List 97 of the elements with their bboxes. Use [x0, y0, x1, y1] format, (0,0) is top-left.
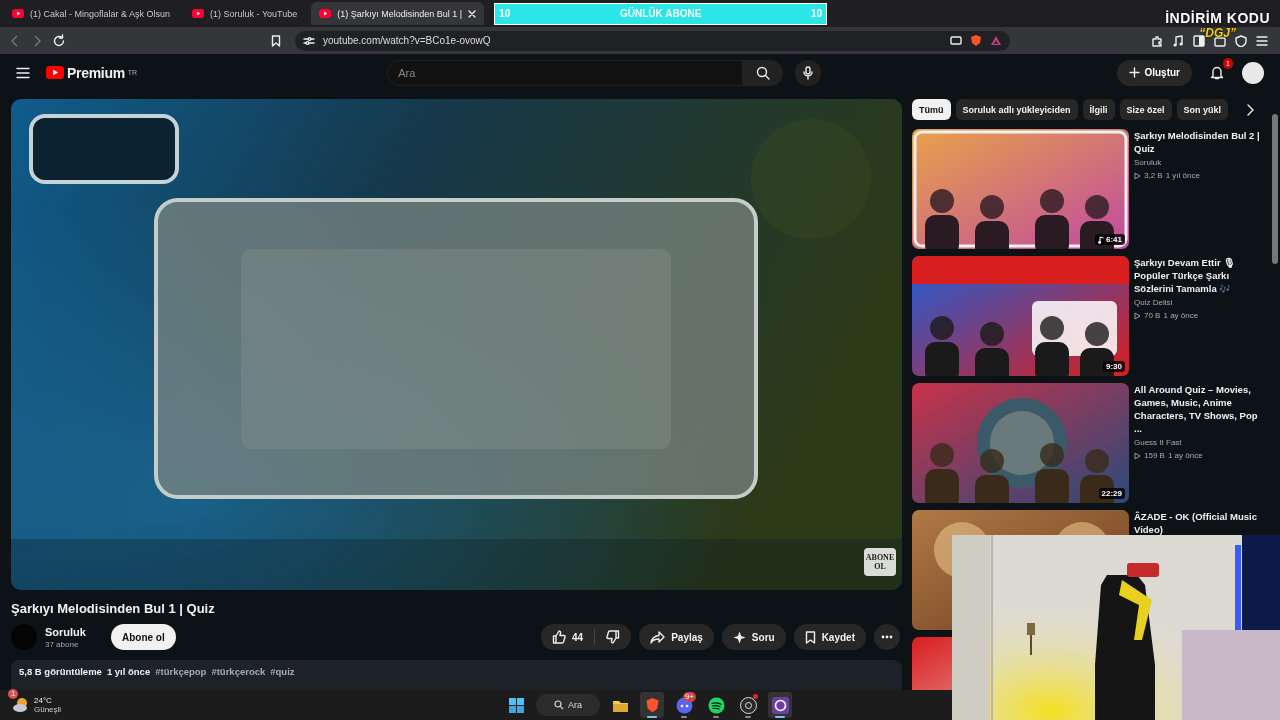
- channel-name[interactable]: Soruluk: [1134, 158, 1264, 167]
- youtube-icon: [12, 9, 24, 18]
- view-count: 5,8 B görüntüleme: [19, 666, 102, 680]
- search-button[interactable]: [743, 59, 784, 86]
- logo-text[interactable]: Premium: [67, 64, 125, 81]
- search-icon: [756, 65, 771, 80]
- share-arrow-icon: [650, 630, 666, 644]
- bookmark-icon[interactable]: [271, 34, 281, 47]
- goal-target: 10: [811, 8, 823, 19]
- address-bar[interactable]: youtube.com/watch?v=BCo1e-ovowQ: [295, 30, 1010, 51]
- goal-count: 10: [499, 8, 511, 19]
- scrollbar[interactable]: [1272, 114, 1278, 264]
- cast-icon[interactable]: [950, 35, 962, 46]
- chevron-right-icon[interactable]: [1246, 103, 1254, 116]
- save-button[interactable]: Kaydet: [793, 624, 866, 651]
- view-count: 3,2 B: [1144, 171, 1163, 180]
- site-settings-icon[interactable]: [303, 35, 315, 46]
- browser-tab[interactable]: (1) Şarkıyı Melodisinden Bul 1 |: [311, 2, 485, 25]
- mic-button[interactable]: [795, 59, 822, 86]
- upload-age: 1 yıl önce: [106, 666, 151, 680]
- hashtag-link[interactable]: #quiz: [270, 666, 295, 684]
- url-text: youtube.com/watch?v=BCo1e-ovowQ: [323, 35, 492, 46]
- weather-condition: Güneşli: [34, 705, 62, 714]
- upload-age: 1 ay önce: [1163, 311, 1199, 320]
- play-icon: [1134, 171, 1141, 180]
- chat-app-button[interactable]: 9+: [672, 692, 696, 718]
- taskbar-search[interactable]: Ara: [536, 694, 600, 716]
- search-icon: [554, 700, 564, 710]
- search-field[interactable]: Ara: [387, 59, 744, 86]
- bookmark-icon: [804, 630, 816, 644]
- goal-label: GÜNLÜK ABONE: [620, 8, 702, 19]
- filter-chip[interactable]: Tümü: [912, 99, 951, 120]
- promo-code: “DGJ”: [1199, 26, 1236, 40]
- hashtag-link[interactable]: #türkçepop: [155, 666, 207, 684]
- duration-badge: 6:41: [1095, 234, 1125, 245]
- subscriber-count: 37 abone: [45, 639, 80, 649]
- reload-icon[interactable]: [52, 33, 66, 48]
- triangle-icon[interactable]: [990, 35, 1002, 46]
- filter-chip[interactable]: Soruluk adlı yükleyiciden: [955, 99, 1078, 120]
- video-title-link[interactable]: Şarkıyı Devam Ettir 🎙 Popüler Türkçe Şarkı Sözlerini Tamamla 🎶: [1134, 256, 1264, 295]
- music-icon[interactable]: [1172, 34, 1184, 47]
- windows-logo-icon: [506, 695, 526, 715]
- view-count: 159 B: [1144, 451, 1165, 460]
- close-icon[interactable]: [468, 9, 477, 18]
- duration-badge: 9:30: [1103, 361, 1125, 372]
- thumbs-up-icon: [552, 630, 567, 645]
- sound-waves-icon: [706, 695, 726, 715]
- channel-name[interactable]: Soruluk: [45, 625, 86, 638]
- app-badge: 9+: [682, 692, 696, 702]
- subscribe-watermark[interactable]: ABONE OL: [864, 548, 896, 577]
- ask-button[interactable]: Soru: [721, 624, 786, 651]
- circle-icon: [738, 695, 758, 715]
- more-button[interactable]: [874, 624, 900, 651]
- youtube-icon: [319, 9, 332, 18]
- brave-shield-icon[interactable]: [970, 34, 982, 47]
- youtube-icon: [192, 9, 205, 18]
- filter-chip[interactable]: Size özel: [1119, 99, 1172, 120]
- view-count: 70 B: [1144, 311, 1161, 320]
- thumbs-down-icon: [606, 630, 621, 645]
- browser-app-button[interactable]: [640, 692, 664, 718]
- more-icon: [881, 635, 893, 640]
- hashtag-link[interactable]: #türkçerock: [211, 666, 266, 684]
- bell-icon[interactable]: [1210, 65, 1224, 80]
- video-title: Şarkıyı Melodisinden Bul 1 | Quiz: [11, 601, 216, 617]
- plus-icon: [1129, 67, 1141, 78]
- channel-name[interactable]: Guess It Fast: [1134, 438, 1264, 447]
- menu-icon[interactable]: [1256, 34, 1268, 47]
- youtube-logo-icon[interactable]: [46, 66, 64, 79]
- avatar[interactable]: [1242, 61, 1264, 84]
- menu-icon[interactable]: [16, 66, 30, 79]
- filter-chip[interactable]: Son yükl: [1176, 99, 1229, 120]
- weather-badge: 1: [8, 689, 19, 699]
- upload-age: 1 ay önce: [1167, 451, 1203, 460]
- subscribe-button[interactable]: Abone ol: [110, 624, 176, 651]
- promo-title: İNDİRİM KODU: [1165, 10, 1270, 26]
- temperature: 24°C: [34, 696, 53, 705]
- duration-badge: 22:29: [1098, 488, 1125, 499]
- browser-tab[interactable]: (1) Cakal - Mingoflalar & Aşk Olsun: [4, 2, 179, 25]
- create-button[interactable]: Oluştur: [1117, 59, 1192, 86]
- music-note-icon: [1098, 235, 1104, 244]
- play-icon: [1134, 311, 1141, 320]
- weather-icon[interactable]: [12, 696, 30, 714]
- extensions-icon[interactable]: [1151, 34, 1163, 47]
- app-button[interactable]: [768, 692, 792, 718]
- video-title-link[interactable]: Şarkıyı Melodisinden Bul 2 | Quiz: [1134, 129, 1264, 155]
- sparkle-icon: [732, 630, 746, 644]
- play-icon: [1134, 451, 1141, 460]
- ring-icon: [770, 695, 790, 715]
- browser-tab[interactable]: (1) Soruluk - YouTube: [184, 2, 306, 25]
- filter-chip[interactable]: İlgili: [1082, 99, 1115, 120]
- share-button[interactable]: Paylaş: [639, 624, 714, 651]
- video-title-link[interactable]: All Around Quiz – Movies, Games, Music, Anime Characters, TV Shows, Pop ...: [1134, 383, 1264, 435]
- vpn-shield-icon[interactable]: [1235, 34, 1247, 47]
- channel-name[interactable]: Quiz Delisi: [1134, 298, 1264, 307]
- video-title-link[interactable]: ÂZADE - OK (Official Music Video): [1134, 510, 1264, 536]
- microphone-icon: [803, 65, 814, 80]
- upload-age: 1 yıl önce: [1165, 171, 1200, 180]
